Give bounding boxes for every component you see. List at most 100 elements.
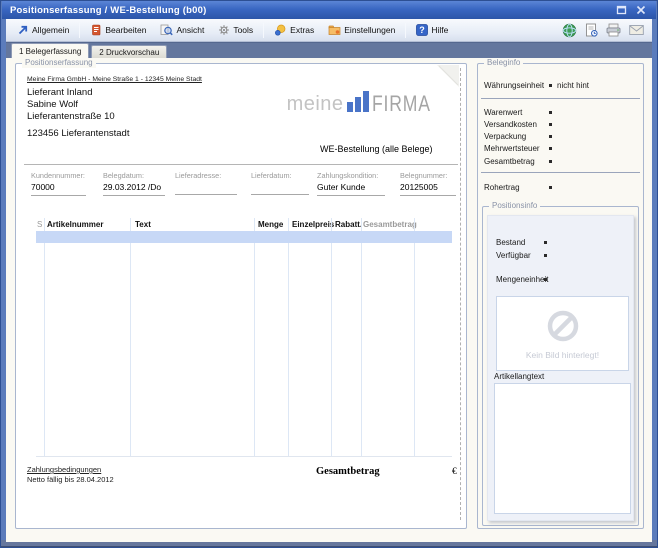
company-logo: meine FIRMA bbox=[287, 91, 445, 113]
group-label: Positionserfassung bbox=[22, 58, 96, 68]
toolbar-right bbox=[562, 23, 648, 38]
info-row-verpackung: Verpackung bbox=[478, 132, 643, 143]
longtext-label: Artikellangtext bbox=[494, 372, 544, 381]
tab-druckvorschau[interactable]: 2 Druckvorschau bbox=[91, 45, 167, 58]
column-header-rabatt[interactable]: Rabatt. bbox=[335, 218, 362, 231]
menu-tools[interactable]: Tools bbox=[211, 21, 260, 39]
close-icon[interactable] bbox=[634, 4, 648, 17]
title-bar: Positionserfassung / WE-Bestellung (b00) bbox=[2, 1, 656, 19]
total-label: Gesamtbetrag bbox=[316, 466, 380, 477]
info-row-verfuegbar: Verfügbar bbox=[488, 251, 633, 262]
article-image-placeholder: Kein Bild hinterlegt! bbox=[496, 296, 629, 371]
document-type: WE-Bestellung (alle Belege) bbox=[320, 144, 433, 154]
info-label: Rohertrag bbox=[484, 183, 520, 192]
menu-label: Hilfe bbox=[431, 25, 448, 35]
page-fold-corner bbox=[437, 65, 459, 92]
divider bbox=[24, 164, 458, 165]
column-separator bbox=[414, 218, 415, 456]
field-value[interactable] bbox=[175, 182, 237, 195]
field-label: Kundennummer: bbox=[31, 171, 86, 180]
menu-separator bbox=[79, 23, 80, 38]
column-header-einzelpreis[interactable]: Einzelpreis bbox=[292, 218, 334, 231]
app-window: Positionserfassung / WE-Bestellung (b00)… bbox=[0, 0, 658, 548]
menu-label: Extras bbox=[290, 25, 314, 35]
longtext-textarea[interactable] bbox=[494, 383, 631, 514]
bullet-icon bbox=[549, 111, 552, 114]
content-area: Positionserfassung Meine Firma GmbH - Me… bbox=[6, 58, 652, 542]
field-value[interactable]: 70000 bbox=[31, 182, 86, 196]
field-belegnummer[interactable]: Belegnummer: 20125005 bbox=[400, 171, 456, 196]
menu-label: Einstellungen bbox=[344, 25, 395, 35]
column-header-s[interactable]: S bbox=[37, 218, 42, 231]
settings-folder-icon bbox=[328, 24, 341, 36]
restore-icon[interactable] bbox=[614, 4, 628, 17]
extras-sphere-icon bbox=[274, 24, 287, 36]
column-separator bbox=[254, 218, 255, 456]
info-label: Mehrwertsteuer bbox=[484, 144, 540, 153]
positionsinfo-group: Positionsinfo Bestand Verfügbar Mengenei… bbox=[482, 206, 639, 526]
field-belegdatum[interactable]: Belegdatum: 29.03.2012 /Do bbox=[103, 171, 165, 196]
menu-extras[interactable]: Extras bbox=[267, 21, 321, 39]
menu-einstellungen[interactable]: Einstellungen bbox=[321, 21, 402, 39]
menu-label: Ansicht bbox=[176, 25, 204, 35]
menu-bearbeiten[interactable]: Bearbeiten bbox=[83, 21, 153, 39]
tab-strip: 1 Belegerfassung 2 Druckvorschau bbox=[6, 42, 652, 58]
column-header-artikelnummer[interactable]: Artikelnummer bbox=[47, 218, 103, 231]
info-label: Gesamtbetrag bbox=[484, 157, 535, 166]
info-label: Verfügbar bbox=[496, 251, 531, 260]
bullet-icon bbox=[549, 147, 552, 150]
recipient-contact: Sabine Wolf bbox=[27, 99, 78, 110]
column-separator bbox=[130, 218, 131, 456]
info-value: nicht hint bbox=[557, 81, 589, 90]
info-row-mehrwertsteuer: Mehrwertsteuer bbox=[478, 144, 643, 155]
field-label: Zahlungskondition: bbox=[317, 171, 385, 180]
menu-allgemein[interactable]: Allgemein bbox=[10, 21, 76, 39]
field-lieferadresse[interactable]: Lieferadresse: bbox=[175, 171, 237, 195]
info-row-bestand: Bestand bbox=[488, 238, 633, 249]
selected-table-row[interactable] bbox=[36, 231, 452, 243]
column-header-menge[interactable]: Menge bbox=[258, 218, 283, 231]
logo-text-firma: FIRMA bbox=[372, 94, 431, 113]
window-frame-right bbox=[652, 1, 657, 547]
column-header-text[interactable]: Text bbox=[135, 218, 151, 231]
group-label: Beleginfo bbox=[484, 58, 523, 68]
column-separator bbox=[288, 218, 289, 456]
bullet-icon bbox=[549, 186, 552, 189]
window-title: Positionserfassung / WE-Bestellung (b00) bbox=[10, 5, 614, 16]
field-label: Belegdatum: bbox=[103, 171, 165, 180]
tab-belegerfassung[interactable]: 1 Belegerfassung bbox=[11, 43, 89, 58]
info-row-waehrungseinheit: Währungseinheit nicht hint bbox=[478, 81, 643, 92]
field-value[interactable]: Guter Kunde bbox=[317, 182, 385, 196]
bullet-icon bbox=[549, 84, 552, 87]
bullet-icon bbox=[544, 254, 547, 257]
field-kundennummer[interactable]: Kundennummer: 70000 bbox=[31, 171, 86, 196]
bullet-icon bbox=[549, 160, 552, 163]
field-zahlungskondition[interactable]: Zahlungskondition: Guter Kunde bbox=[317, 171, 385, 196]
field-value[interactable]: 29.03.2012 /Do bbox=[103, 182, 165, 196]
column-separator bbox=[361, 218, 362, 456]
group-label: Positionsinfo bbox=[489, 201, 540, 211]
field-value[interactable]: 20125005 bbox=[400, 182, 456, 196]
column-separator bbox=[331, 218, 332, 456]
info-row-mengeneinheit: Mengeneinheit bbox=[488, 275, 633, 286]
mail-icon[interactable] bbox=[629, 24, 644, 36]
paper-torn-edge bbox=[460, 68, 461, 520]
info-label: Währungseinheit bbox=[484, 81, 544, 90]
globe-icon[interactable] bbox=[562, 23, 577, 38]
field-label: Lieferadresse: bbox=[175, 171, 237, 180]
recipient-street: Lieferantenstraße 10 bbox=[27, 111, 115, 122]
info-label: Versandkosten bbox=[484, 120, 537, 129]
menu-hilfe[interactable]: ? Hilfe bbox=[409, 21, 455, 39]
payment-terms-label: Zahlungsbedingungen bbox=[27, 465, 101, 474]
field-lieferdatum[interactable]: Lieferdatum: bbox=[251, 171, 309, 195]
info-label: Mengeneinheit bbox=[496, 275, 548, 284]
info-label: Warenwert bbox=[484, 108, 522, 117]
field-value[interactable] bbox=[251, 182, 309, 195]
menu-ansicht[interactable]: Ansicht bbox=[153, 21, 211, 39]
info-row-rohertrag: Rohertrag bbox=[478, 183, 643, 194]
document-info-icon[interactable] bbox=[585, 23, 598, 37]
gear-icon bbox=[218, 24, 230, 36]
printer-icon[interactable] bbox=[606, 23, 621, 37]
no-image-icon bbox=[545, 308, 581, 349]
column-header-gesamtbetrag[interactable]: Gesamtbetrag bbox=[363, 218, 417, 231]
